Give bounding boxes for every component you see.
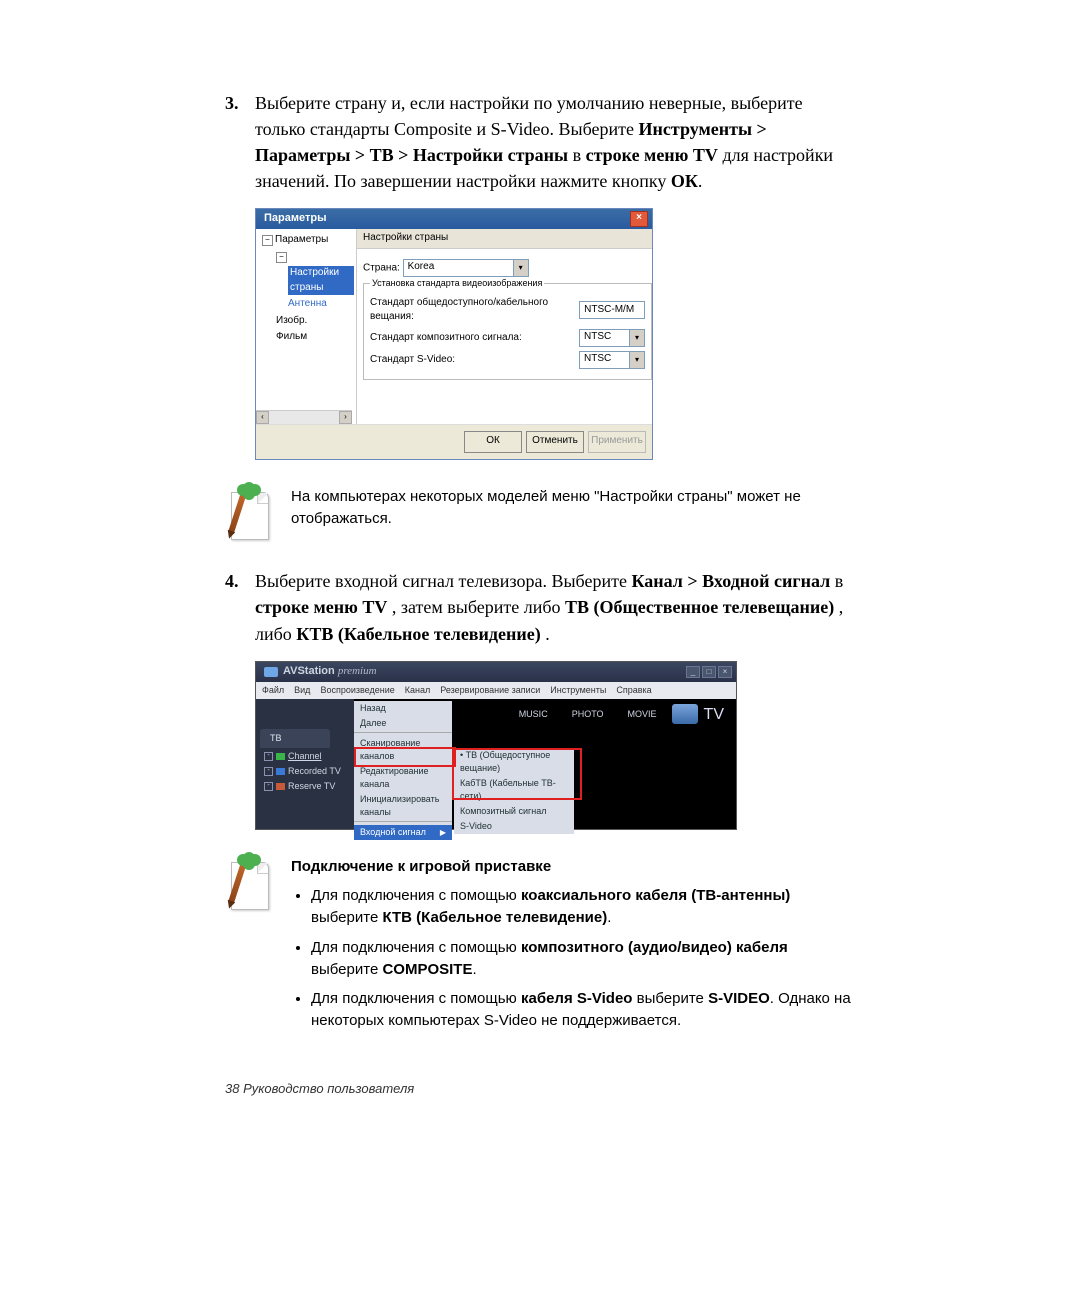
menu-tools[interactable]: Инструменты (550, 684, 606, 697)
cable-standard-value: NTSC-M/M (579, 301, 645, 319)
tree-toggle-icon[interactable]: - (264, 767, 273, 776)
menu-file[interactable]: Файл (262, 684, 284, 697)
parameters-dialog: Параметры × −Параметры − Настройки стран… (255, 208, 653, 460)
menu-channel[interactable]: Канал (405, 684, 430, 697)
menu-item-back[interactable]: Назад (354, 701, 452, 716)
sidebar-item-reserve[interactable]: Reserve TV (288, 780, 335, 793)
chevron-down-icon[interactable]: ▾ (513, 260, 528, 276)
menu-record-reserve[interactable]: Резервирование записи (440, 684, 540, 697)
reserve-icon (276, 783, 285, 790)
tree-toggle-icon[interactable]: - (264, 752, 273, 761)
note2-heading: Подключение к игровой приставке (291, 856, 855, 878)
avstation-titlebar: AVStation premium _ □ × (256, 662, 736, 682)
tree-toggle-icon[interactable]: − (276, 252, 287, 263)
step4-number: 4. (225, 568, 255, 646)
document-page: 3. Выберите страну и, если настройки по … (115, 0, 965, 1139)
tab-country-settings[interactable]: Настройки страны (357, 229, 652, 249)
submenu-arrow-icon: ▶ (440, 827, 446, 839)
note2-bullet-coax: Для подключения с помощью коаксиального … (311, 885, 855, 929)
tree-toggle-icon[interactable]: - (264, 782, 273, 791)
tv-mode-label: TV (704, 703, 724, 726)
close-icon[interactable]: × (718, 666, 732, 678)
menu-item-edit[interactable]: Редактирование канала (354, 764, 452, 792)
tree-item-country-settings[interactable]: Настройки страны (288, 266, 354, 295)
video-standard-legend: Установка стандарта видеоизображения (370, 277, 544, 290)
category-tree[interactable]: −Параметры − Настройки страны Антенна Из… (256, 229, 357, 424)
step3-ok: ОК (671, 171, 698, 191)
close-icon[interactable]: × (630, 211, 648, 227)
submenu-item-tv[interactable]: • ТВ (Общедоступное вещание) (454, 748, 574, 776)
menu-help[interactable]: Справка (616, 684, 651, 697)
submenu-item-cable[interactable]: КабТВ (Кабельные ТВ-сети) (454, 776, 574, 804)
country-value: Korea (408, 261, 435, 272)
tree-scrollbar[interactable]: ‹ › (256, 410, 352, 424)
tab-photo[interactable]: PHOTO (563, 705, 613, 724)
cable-standard-label: Стандарт общедоступного/кабельного вещан… (370, 296, 579, 325)
composite-standard-label: Стандарт композитного сигнала: (370, 331, 522, 346)
tree-item-antenna[interactable]: Антенна (288, 297, 354, 312)
composite-standard-select[interactable]: NTSC ▾ (579, 329, 645, 347)
sidebar-item-channel[interactable]: Channel (288, 750, 322, 763)
channel-icon (276, 753, 285, 760)
svideo-standard-select[interactable]: NTSC ▾ (579, 351, 645, 369)
ok-button[interactable]: ОК (464, 431, 522, 453)
tab-movie[interactable]: MOVIE (619, 705, 666, 724)
app-subtitle: premium (338, 665, 377, 677)
submenu-item-svideo[interactable]: S-Video (454, 819, 574, 834)
recorded-icon (276, 768, 285, 775)
cancel-button[interactable]: Отменить (526, 431, 584, 453)
chevron-down-icon[interactable]: ▾ (629, 330, 644, 346)
submenu-item-composite[interactable]: Композитный сигнал (454, 804, 574, 819)
tree-item-image[interactable]: Изобр. (276, 314, 354, 329)
sidebar-item-recorded[interactable]: Recorded TV (288, 765, 341, 778)
note-block: На компьютерах некоторых моделей меню "Н… (225, 486, 855, 542)
scroll-right-icon[interactable]: › (339, 411, 352, 424)
app-logo-icon (264, 667, 278, 677)
note-block: Подключение к игровой приставке Для подк… (225, 856, 855, 1040)
step3-number: 3. (225, 90, 255, 194)
svideo-standard-label: Стандарт S-Video: (370, 353, 455, 368)
sidebar-tab-tv[interactable]: ТВ (260, 729, 330, 748)
channel-menu-dropdown[interactable]: Назад Далее Сканирование каналов Редакти… (354, 701, 452, 840)
avstation-window: AVStation premium _ □ × Файл Вид Воспрои… (255, 661, 737, 830)
tree-root[interactable]: Параметры (275, 234, 328, 245)
dialog-title: Параметры (264, 211, 326, 227)
menu-item-scan[interactable]: Сканирование каналов (354, 736, 452, 764)
input-signal-submenu[interactable]: • ТВ (Общедоступное вещание) КабТВ (Кабе… (454, 748, 574, 834)
menu-playback[interactable]: Воспроизведение (320, 684, 394, 697)
apply-button: Применить (588, 431, 646, 453)
note-icon (225, 856, 273, 912)
scroll-left-icon[interactable]: ‹ (256, 411, 269, 424)
app-title: AVStation (283, 665, 335, 677)
note-text: На компьютерах некоторых моделей меню "Н… (291, 486, 855, 530)
menu-item-init[interactable]: Инициализировать каналы (354, 792, 452, 820)
tab-music[interactable]: MUSIC (510, 705, 557, 724)
note-icon (225, 486, 273, 542)
menu-view[interactable]: Вид (294, 684, 310, 697)
maximize-icon[interactable]: □ (702, 666, 716, 678)
menu-item-next[interactable]: Далее (354, 716, 452, 731)
menu-bar[interactable]: Файл Вид Воспроизведение Канал Резервиро… (256, 682, 736, 699)
tree-item-film[interactable]: Фильм (276, 330, 354, 345)
country-select[interactable]: Korea ▾ (403, 259, 529, 277)
step3-location: строке меню TV (586, 145, 718, 165)
country-label: Страна: (363, 263, 400, 274)
dialog-titlebar: Параметры × (256, 209, 652, 229)
note2-bullet-composite: Для подключения с помощью композитного (… (311, 937, 855, 981)
step4-menupath: Канал > Входной сигнал (631, 571, 830, 591)
chevron-down-icon[interactable]: ▾ (629, 352, 644, 368)
sidebar: ТВ - Channel - Recorded TV - Reser (256, 699, 354, 829)
note2-bullet-svideo: Для подключения с помощью кабеля S-Video… (311, 988, 855, 1032)
tv-icon (672, 704, 698, 724)
tree-toggle-icon[interactable]: − (262, 235, 273, 246)
page-footer: 38 Руководство пользователя (225, 1080, 855, 1099)
menu-item-input-signal[interactable]: Входной сигнал ▶ (354, 825, 452, 840)
minimize-icon[interactable]: _ (686, 666, 700, 678)
